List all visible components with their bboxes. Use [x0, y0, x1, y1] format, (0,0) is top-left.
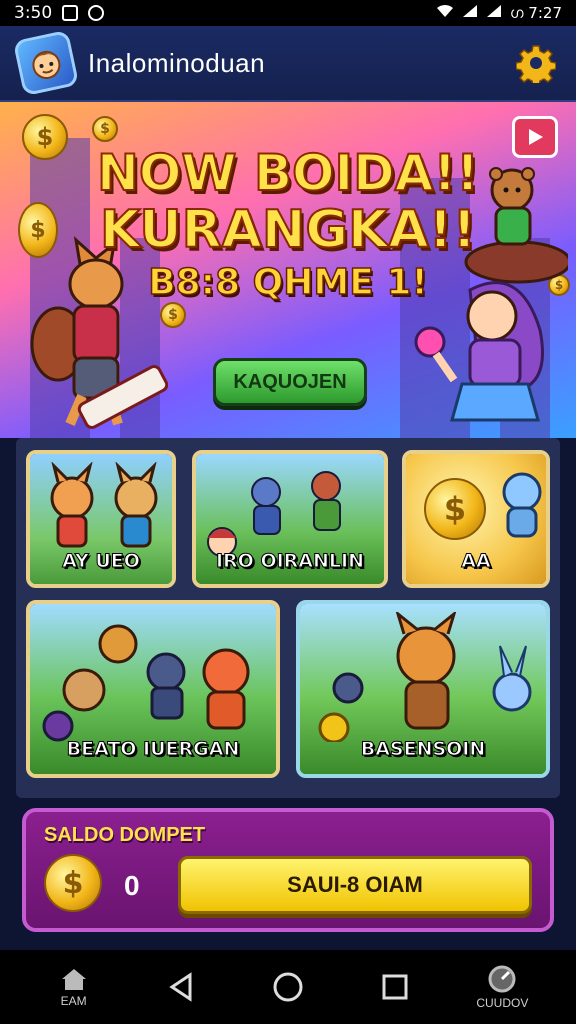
game-card[interactable]: AY UEO	[26, 450, 176, 588]
clock: 3:50	[14, 3, 53, 23]
game-grid: AY UEO IRO OIRANLIN $ AA BEATO IUERGAN B…	[16, 438, 560, 798]
back-triangle-icon	[169, 972, 192, 1002]
dog-characters-icon	[50, 462, 158, 548]
nav-home-label: EAM	[60, 994, 87, 1008]
banner-cta-button[interactable]: KAQUOJEN	[213, 358, 367, 406]
banner-headline-2: KURANGKA!!	[99, 199, 477, 261]
status-bar: 3:50 ഗ 7:27	[0, 0, 576, 26]
animal-friends-icon	[42, 624, 250, 742]
app-header: Inalominoduan	[0, 26, 576, 102]
avatar-logo-icon[interactable]	[12, 29, 80, 97]
wallet-title: SALDO DOMPET	[44, 824, 206, 846]
app-title: Inalominoduan	[88, 47, 266, 78]
game-card-label: BEATO IUERGAN	[66, 738, 240, 761]
game-card-label: IRO OIRANLIN	[215, 550, 364, 573]
notification-icon	[62, 5, 79, 21]
adventure-characters-icon	[207, 471, 341, 557]
signal-icon-2	[486, 4, 502, 22]
nav-home-tab[interactable]: EAM	[34, 966, 114, 1008]
banner-headline-1: NOW BOIDA!!	[96, 143, 480, 203]
wallet-action-button[interactable]: SAUI-8 OIAM	[178, 856, 532, 914]
gear-icon	[516, 45, 556, 83]
house-icon	[61, 969, 86, 990]
gauge-icon	[488, 965, 516, 993]
coin-icon: $	[44, 854, 102, 912]
recents-square-icon	[382, 974, 408, 1000]
coin-icon: $	[424, 478, 486, 540]
promo-banner[interactable]: $ $ $ $ $ NOW BOIDA!! KURANGKA!! B8:8 QH…	[0, 102, 576, 438]
wallet-panel: SALDO DOMPET $ 0 SAUI-8 OIAM	[22, 808, 554, 932]
coin-icon: $	[92, 116, 118, 142]
nav-recents-button[interactable]	[355, 973, 435, 1001]
game-card-label: AY UEO	[62, 550, 141, 573]
wifi-icon	[436, 4, 454, 22]
nav-back-button[interactable]	[141, 972, 221, 1002]
bunny-icon	[502, 472, 542, 538]
wallet-balance: 0	[124, 870, 140, 901]
game-card[interactable]: BEATO IUERGAN	[26, 600, 280, 778]
game-card[interactable]: BASENSOIN	[296, 600, 550, 778]
game-card-label: BASENSOIN	[360, 738, 486, 761]
system-nav-bar: EAM CUUDOV	[0, 950, 576, 1024]
signal-icon	[462, 4, 478, 22]
nav-right-tab[interactable]: CUUDOV	[462, 964, 542, 1010]
game-card[interactable]: $ AA	[402, 450, 550, 588]
game-card[interactable]: IRO OIRANLIN	[192, 450, 388, 588]
app-notification-icon	[88, 5, 105, 21]
treasure-characters-icon	[318, 612, 532, 742]
banner-subline: B8:8 QHME 1!	[147, 261, 428, 304]
status-right-text: ഗ 7:27	[509, 4, 562, 22]
game-card-label: AA	[461, 550, 491, 573]
nav-right-label: CUUDOV	[476, 996, 529, 1010]
settings-button[interactable]	[514, 41, 558, 85]
nav-home-button[interactable]	[248, 971, 328, 1003]
home-circle-icon	[273, 972, 303, 1002]
